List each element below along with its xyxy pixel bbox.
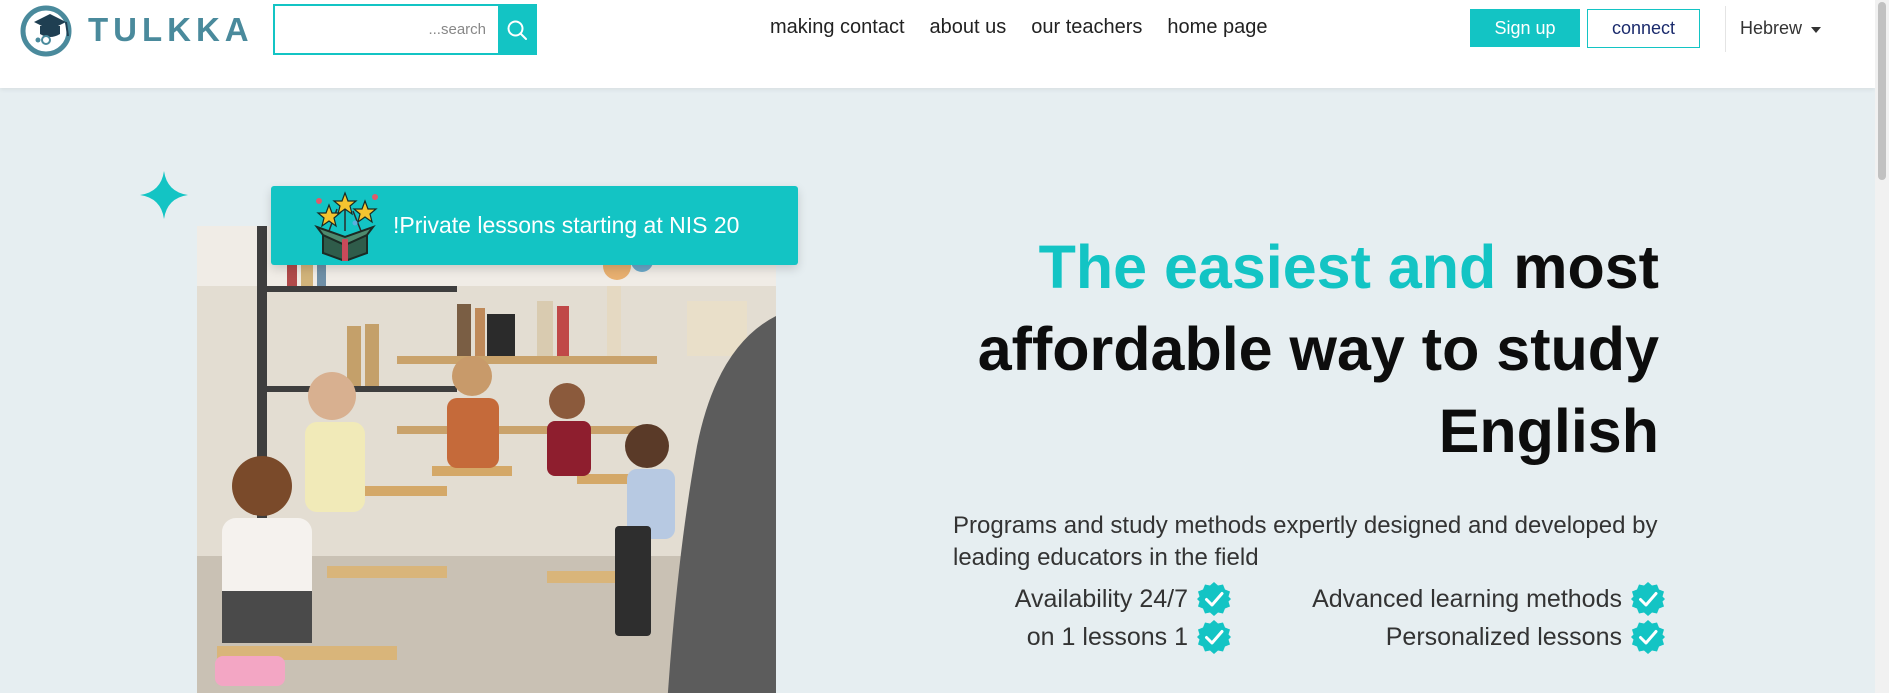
sparkle-icon <box>140 171 188 219</box>
brand-name: TULKKA <box>88 11 254 48</box>
nav-link-home-page[interactable]: home page <box>1167 16 1267 39</box>
check-badge-icon <box>1631 582 1665 616</box>
hero-headline: The easiest and most affordable way to s… <box>859 226 1659 472</box>
promo-text: !Private lessons starting at NIS 20 <box>393 212 740 238</box>
feature-label: Availability 24/7 <box>1014 584 1188 613</box>
headline-accent: The easiest and <box>1038 233 1497 301</box>
main-nav: making contact about us our teachers hom… <box>770 16 1268 39</box>
site-header: TULKKA making contact about us our teach… <box>0 0 1875 88</box>
feature-one-on-one: on 1 lessons 1 <box>1027 619 1232 655</box>
feature-personalized: Personalized lessons <box>1386 619 1666 655</box>
hero-section: !Private lessons starting at NIS 20 The … <box>0 88 1875 693</box>
search-icon <box>507 20 527 40</box>
scrollbar-thumb[interactable] <box>1878 2 1886 180</box>
logo[interactable]: TULKKA <box>16 2 254 58</box>
logo-mark-icon <box>20 5 72 57</box>
language-label: Hebrew <box>1740 18 1803 38</box>
search-bar <box>273 4 537 55</box>
feature-label: Advanced learning methods <box>1312 584 1622 613</box>
check-badge-icon <box>1197 620 1231 654</box>
search-button[interactable] <box>498 6 535 53</box>
nav-link-making-contact[interactable]: making contact <box>770 16 905 39</box>
divider <box>1725 6 1726 52</box>
hero-subtext: Programs and study methods expertly desi… <box>953 512 1658 571</box>
check-badge-icon <box>1197 582 1231 616</box>
scrollbar[interactable] <box>1875 0 1889 693</box>
feature-advanced-methods: Advanced learning methods <box>1312 581 1666 617</box>
chevron-down-icon <box>1811 26 1822 33</box>
search-input[interactable] <box>275 6 498 53</box>
promo-banner[interactable]: !Private lessons starting at NIS 20 <box>271 186 798 265</box>
feature-label: Personalized lessons <box>1385 622 1622 651</box>
connect-button[interactable]: connect <box>1587 9 1700 48</box>
feature-availability: Availability 24/7 <box>1015 581 1232 617</box>
classroom-photo <box>197 226 776 693</box>
sign-up-button[interactable]: Sign up <box>1470 9 1580 47</box>
nav-link-about-us[interactable]: about us <box>930 16 1007 39</box>
gift-box-icon <box>314 190 378 261</box>
nav-link-our-teachers[interactable]: our teachers <box>1031 16 1142 39</box>
check-badge-icon <box>1631 620 1665 654</box>
language-selector[interactable]: Hebrew <box>1740 18 1822 39</box>
feature-label: on 1 lessons 1 <box>1026 622 1188 651</box>
